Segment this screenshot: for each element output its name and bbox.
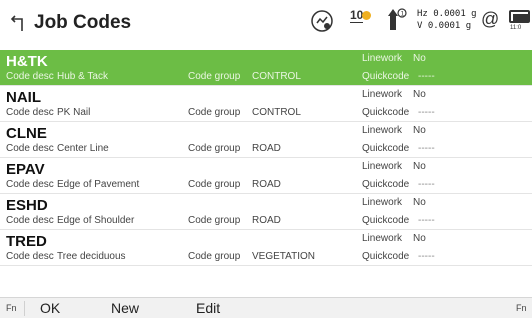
linework-label: Linework [362,161,403,172]
satellite-status-icon [362,11,371,20]
list-item[interactable]: H&TK Code desc Hub & Tack Code group CON… [0,50,532,86]
code-group-label: Code group [188,71,241,82]
svg-text:1: 1 [401,11,405,18]
code-name: EPAV [6,161,45,178]
code-desc-value: Hub & Tack [57,71,108,82]
page-title: Job Codes [34,12,132,33]
quickcode-value: ----- [418,179,435,190]
code-group-value: ROAD [252,179,281,190]
code-desc-value: Center Line [57,143,109,154]
code-name: H&TK [6,53,48,70]
precision-hz: Hz 0.0001 g [417,9,477,19]
linework-label: Linework [362,89,403,100]
code-group-label: Code group [188,143,241,154]
quickcode-value: ----- [418,71,435,82]
linework-value: No [413,125,426,136]
precision-v: V 0.0001 g [417,21,472,31]
edit-button[interactable]: Edit [196,300,220,316]
quickcode-value: ----- [418,251,435,262]
quickcode-label: Quickcode [362,251,410,262]
tracking-icon[interactable] [309,8,335,34]
code-name: TRED [6,233,47,250]
linework-value: No [413,197,426,208]
code-group-label: Code group [188,179,241,190]
title-bar: Job Codes 10 1 Hz 0.0001 g V 0.0001 g @ … [0,0,532,50]
code-group-value: ROAD [252,215,281,226]
code-name: ESHD [6,197,48,214]
list-item[interactable]: EPAV Code desc Edge of Pavement Code gro… [0,158,532,194]
linework-label: Linework [362,125,403,136]
code-group-value: CONTROL [252,71,301,82]
quickcode-value: ----- [418,143,435,154]
list-item[interactable]: CLNE Code desc Center Line Code group RO… [0,122,532,158]
battery-time: 11:0 [510,25,522,31]
fn-key-right[interactable]: Fn [516,303,527,313]
code-desc-label: Code desc [6,251,54,262]
at-icon[interactable]: @ [481,9,499,30]
code-name: NAIL [6,89,41,106]
prism-target-icon[interactable]: 1 [381,6,407,34]
quickcode-label: Quickcode [362,107,410,118]
code-group-value: CONTROL [252,107,301,118]
battery-body [509,10,530,23]
code-desc-label: Code desc [6,179,54,190]
code-desc-value: Edge of Pavement [57,179,140,190]
code-group-label: Code group [188,251,241,262]
quickcode-label: Quickcode [362,143,410,154]
linework-value: No [413,161,426,172]
list-item[interactable]: ESHD Code desc Edge of Shoulder Code gro… [0,194,532,230]
code-desc-value: PK Nail [57,107,91,118]
code-group-label: Code group [188,215,241,226]
linework-value: No [413,89,426,100]
list-item[interactable]: NAIL Code desc PK Nail Code group CONTRO… [0,86,532,122]
new-button[interactable]: New [111,300,139,316]
linework-value: No [413,53,426,64]
code-desc-label: Code desc [6,107,54,118]
fn-key-left[interactable]: Fn [6,303,17,313]
linework-value: No [413,233,426,244]
softkey-bar: Fn OK New Edit Fn [0,297,532,318]
code-desc-label: Code desc [6,143,54,154]
quickcode-label: Quickcode [362,215,410,226]
quickcode-label: Quickcode [362,71,410,82]
quickcode-label: Quickcode [362,179,410,190]
linework-label: Linework [362,197,403,208]
code-group-label: Code group [188,107,241,118]
job-codes-list[interactable]: H&TK Code desc Hub & Tack Code group CON… [0,50,532,266]
precision-readout: Hz 0.0001 g V 0.0001 g [417,8,477,32]
quickcode-value: ----- [418,107,435,118]
code-desc-value: Tree deciduous [57,251,126,262]
ok-button[interactable]: OK [40,300,60,316]
back-arrow-icon[interactable] [10,13,28,33]
quickcode-value: ----- [418,215,435,226]
code-desc-label: Code desc [6,215,54,226]
battery-icon[interactable]: 11:0 [509,10,532,32]
code-group-value: ROAD [252,143,281,154]
code-name: CLNE [6,125,47,142]
code-group-value: VEGETATION [252,251,315,262]
code-desc-value: Edge of Shoulder [57,215,135,226]
softkey-divider [24,301,25,316]
linework-label: Linework [362,53,403,64]
list-item[interactable]: TRED Code desc Tree deciduous Code group… [0,230,532,266]
code-desc-label: Code desc [6,71,54,82]
linework-label: Linework [362,233,403,244]
